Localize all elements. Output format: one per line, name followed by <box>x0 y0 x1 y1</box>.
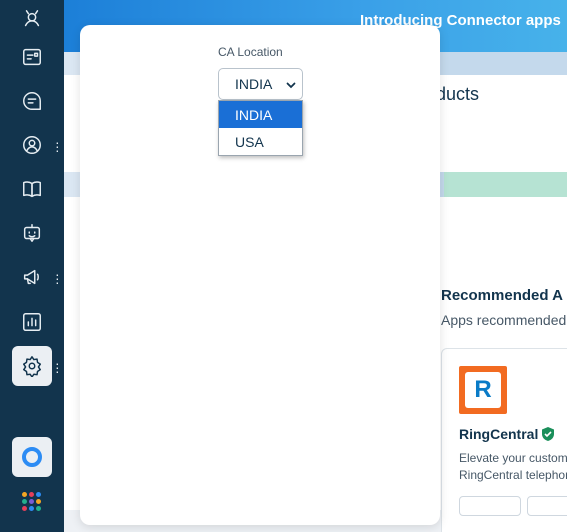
apps-grid-dot <box>29 499 34 504</box>
freshworks-logo-icon[interactable] <box>12 0 52 40</box>
settings-more-icon[interactable]: · · · <box>55 356 60 378</box>
app-card-name[interactable]: RingCentral <box>459 426 555 442</box>
tickets-icon[interactable] <box>12 37 52 77</box>
reports-icon[interactable] <box>12 302 52 342</box>
desc-line-1: Elevate your custome <box>459 451 567 465</box>
apps-grid-dot <box>22 506 27 511</box>
apps-switcher-icon[interactable] <box>22 492 41 511</box>
settings-icon[interactable] <box>12 346 52 386</box>
select-value: INDIA <box>235 76 273 92</box>
apps-grid-dot <box>22 492 27 497</box>
ca-location-select[interactable]: INDIA <box>218 68 303 100</box>
apps-grid-dot <box>29 506 34 511</box>
freshcaller-ring-icon[interactable] <box>12 437 52 477</box>
option-india[interactable]: INDIA <box>219 101 302 128</box>
logo-letter: R <box>465 372 501 408</box>
card-action-button[interactable] <box>459 496 521 516</box>
hero-decoration-green <box>444 172 567 197</box>
announcements-more-icon[interactable]: · · · <box>55 267 60 289</box>
app-card-description: Elevate your custome RingCentral telepho… <box>459 450 567 484</box>
announcements-icon[interactable] <box>12 257 52 297</box>
contacts-icon[interactable] <box>12 125 52 165</box>
recommended-title: Recommended A <box>441 287 563 304</box>
chevron-down-icon <box>286 82 296 89</box>
chat-icon[interactable] <box>12 81 52 121</box>
apps-grid-dot <box>22 499 27 504</box>
ca-location-label: CA Location <box>218 45 283 59</box>
apps-grid-dot <box>36 499 41 504</box>
recommended-subtitle: Apps recommended <box>441 312 567 328</box>
bot-icon[interactable] <box>12 213 52 253</box>
app-name-text: RingCentral <box>459 426 539 442</box>
card-secondary-button[interactable] <box>527 496 567 516</box>
ca-location-dropdown: INDIA USA <box>218 100 303 156</box>
knowledge-base-icon[interactable] <box>12 169 52 209</box>
apps-grid-dot <box>29 492 34 497</box>
contacts-more-icon[interactable]: · · · <box>55 135 60 157</box>
desc-line-2: RingCentral telephor <box>459 468 567 482</box>
apps-grid-dot <box>36 506 41 511</box>
verified-badge-icon <box>542 427 555 441</box>
apps-grid-dot <box>36 492 41 497</box>
option-usa[interactable]: USA <box>219 128 302 155</box>
ringcentral-logo-icon: R <box>459 366 507 414</box>
left-sidebar: · · · · · · · · · <box>0 0 64 532</box>
